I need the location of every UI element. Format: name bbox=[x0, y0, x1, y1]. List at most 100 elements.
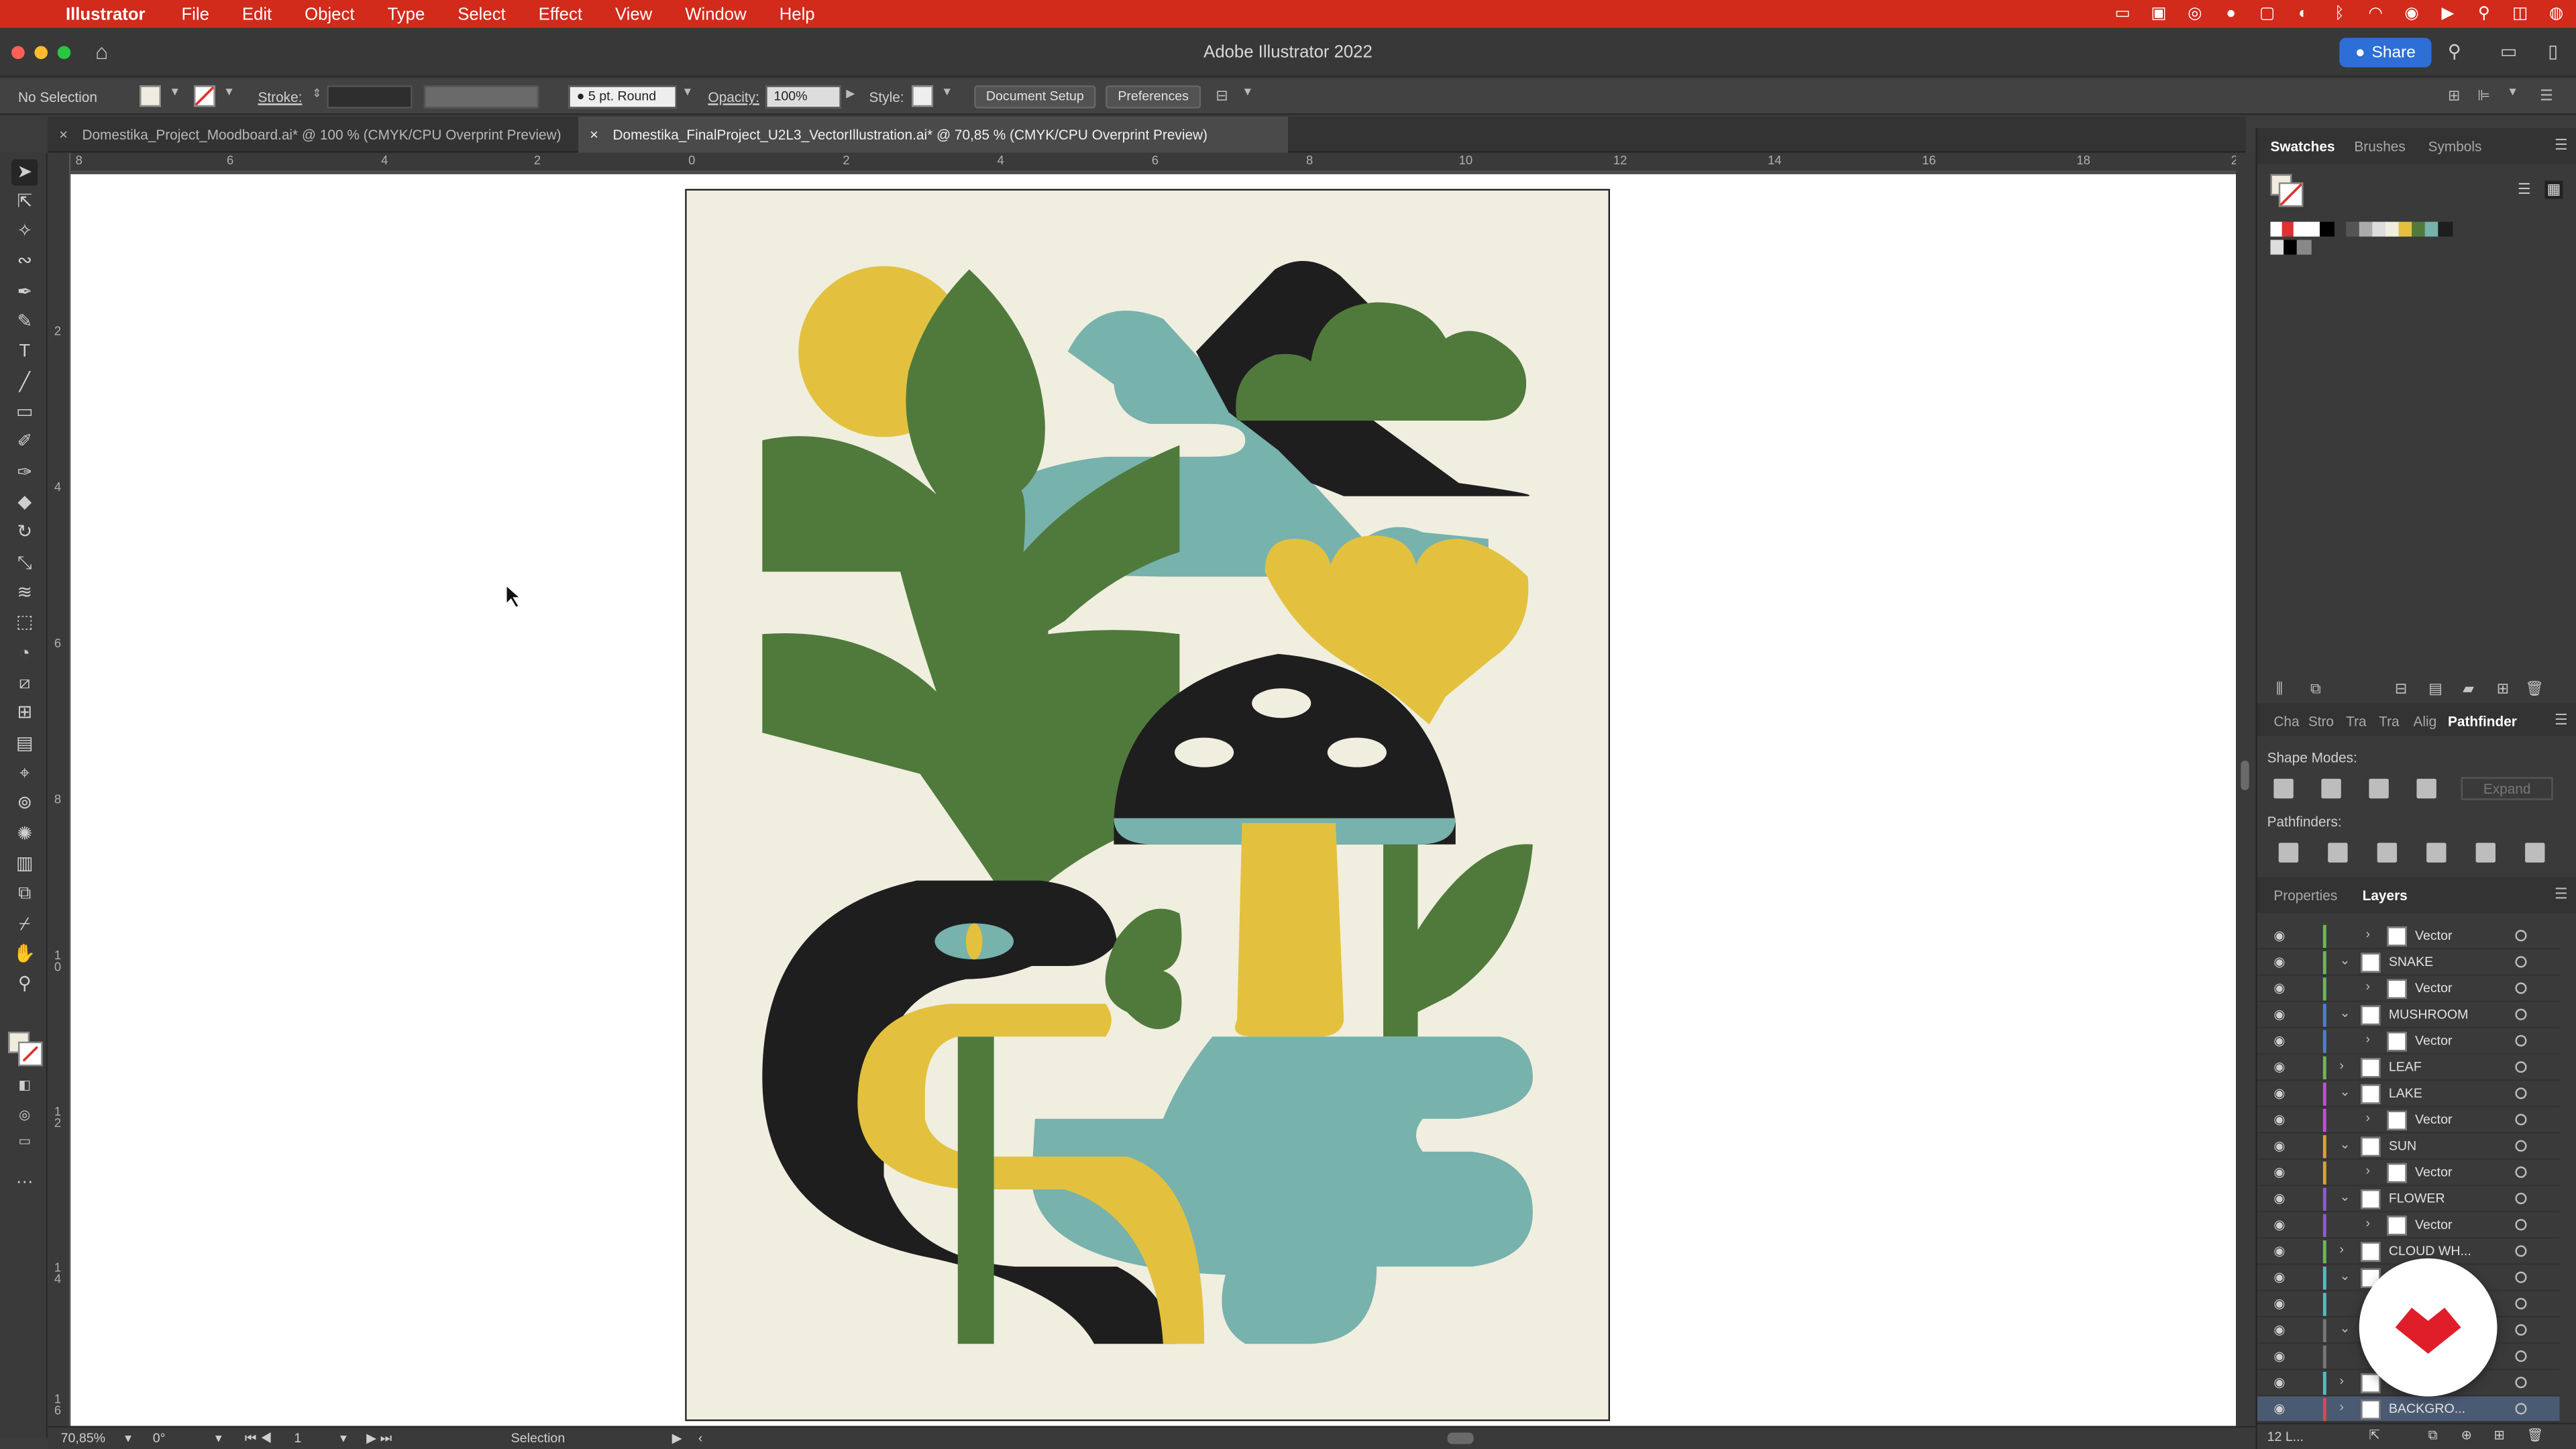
sync-icon[interactable]: ◐ bbox=[2294, 5, 2313, 22]
wifi-icon[interactable]: ◠ bbox=[2366, 5, 2385, 22]
new-folder-icon[interactable]: ▰ bbox=[2459, 680, 2477, 698]
layer-name[interactable]: SNAKE bbox=[2389, 955, 2433, 969]
minus-back-icon[interactable] bbox=[2525, 843, 2545, 863]
visibility-eye-icon[interactable]: ◉ bbox=[2273, 1218, 2285, 1232]
layer-name[interactable]: CLOUD WH... bbox=[2389, 1244, 2471, 1258]
target-icon[interactable] bbox=[2515, 1192, 2527, 1205]
chevron-down-icon[interactable]: ▼ bbox=[1242, 87, 1253, 99]
artboard-nav-next-icon[interactable]: ▶ ⏭ bbox=[366, 1431, 392, 1447]
tab-align[interactable]: Alig bbox=[2414, 713, 2437, 729]
target-icon[interactable] bbox=[2515, 1297, 2527, 1309]
layer-row[interactable]: ◉ › LEAF bbox=[2257, 1055, 2560, 1081]
layer-name[interactable]: Vector bbox=[2415, 981, 2453, 996]
swatch-libraries-icon[interactable]: ⫼ bbox=[2270, 680, 2288, 698]
visibility-eye-icon[interactable]: ◉ bbox=[2273, 1191, 2285, 1206]
visibility-eye-icon[interactable]: ◉ bbox=[2273, 1322, 2285, 1337]
menu-help[interactable]: Help bbox=[780, 4, 815, 23]
target-icon[interactable] bbox=[2515, 1377, 2527, 1389]
artboard[interactable] bbox=[685, 189, 1611, 1421]
layer-name[interactable]: LAKE bbox=[2389, 1086, 2422, 1101]
align-icon[interactable]: ⊫ bbox=[2477, 87, 2490, 105]
chevron-down-icon[interactable]: ▾ bbox=[125, 1431, 131, 1446]
hand-icon[interactable]: ✋ bbox=[11, 941, 38, 967]
chevron-down-icon[interactable]: ▼ bbox=[941, 87, 953, 99]
visibility-eye-icon[interactable]: ◉ bbox=[2273, 928, 2285, 943]
target-icon[interactable] bbox=[2515, 1166, 2527, 1178]
search-icon[interactable]: ⚲ bbox=[2474, 5, 2493, 22]
mushroom-spot[interactable] bbox=[1327, 737, 1387, 767]
layer-name[interactable]: LEAF bbox=[2389, 1060, 2422, 1075]
mushroom-spot[interactable] bbox=[1252, 688, 1311, 718]
eyedropper-icon[interactable]: ⌖ bbox=[11, 761, 38, 787]
tab-transform[interactable]: Tra bbox=[2346, 713, 2366, 729]
document-setup-button[interactable]: Document Setup bbox=[974, 85, 1096, 109]
current-tool-status[interactable]: Selection bbox=[511, 1431, 566, 1446]
visibility-eye-icon[interactable]: ◉ bbox=[2273, 1060, 2285, 1075]
target-icon[interactable] bbox=[2515, 956, 2527, 968]
layer-row[interactable]: ◉ › Vector bbox=[2257, 976, 2560, 1002]
chevron-right-icon[interactable]: › bbox=[2366, 979, 2371, 994]
tab-stroke[interactable]: Stro bbox=[2308, 713, 2334, 729]
chevron-down-icon[interactable]: ⌄ bbox=[2339, 953, 2350, 967]
artboard-icon[interactable]: ⧉ bbox=[11, 881, 38, 907]
selection-tool-icon[interactable]: ➤ bbox=[11, 159, 38, 186]
target-icon[interactable] bbox=[2515, 1219, 2527, 1231]
shape-builder-icon[interactable]: ◔ bbox=[11, 641, 38, 667]
control-menu-icon[interactable]: ☰ bbox=[2540, 87, 2553, 105]
chevron-down-icon[interactable]: ⌄ bbox=[2339, 1189, 2350, 1204]
scale-icon[interactable]: ⤡ bbox=[11, 550, 38, 576]
play-icon[interactable]: ▶ bbox=[2438, 5, 2457, 22]
crop-icon[interactable] bbox=[2426, 843, 2447, 863]
intersect-icon[interactable] bbox=[2369, 778, 2389, 799]
stroke-weight-field[interactable] bbox=[327, 85, 413, 109]
layer-row[interactable]: ◉ › BACKGRO... bbox=[2257, 1396, 2560, 1423]
more-tools-icon[interactable]: … bbox=[11, 1165, 38, 1191]
type-tool-icon[interactable]: T bbox=[11, 338, 38, 364]
layer-row[interactable]: ◉ ⌄ MUSHROOM bbox=[2257, 1002, 2560, 1029]
minus-front-icon[interactable] bbox=[2321, 778, 2341, 799]
opacity-label[interactable]: Opacity: bbox=[708, 89, 759, 105]
grid-view-icon[interactable]: ▦ bbox=[2544, 180, 2563, 199]
rectangle-tool-icon[interactable]: ▭ bbox=[11, 399, 38, 425]
chevron-right-icon[interactable]: ▶ bbox=[672, 1431, 682, 1446]
new-sublayer-icon[interactable]: ⊕ bbox=[2461, 1428, 2472, 1442]
tab-transparency[interactable]: Tra bbox=[2379, 713, 2399, 729]
outline-icon[interactable] bbox=[2475, 843, 2496, 863]
layer-row[interactable]: ◉ ⌄ SNAKE bbox=[2257, 950, 2560, 976]
slice-icon[interactable]: ⌿ bbox=[11, 912, 38, 938]
zoom-level[interactable]: 70,85% bbox=[61, 1431, 105, 1446]
layer-name[interactable]: SUN bbox=[2389, 1138, 2416, 1153]
menu-object[interactable]: Object bbox=[305, 4, 354, 23]
draw-mode-icon[interactable]: ◎ bbox=[11, 1102, 38, 1128]
stroke-swatch[interactable] bbox=[2278, 182, 2304, 207]
mesh-icon[interactable]: ⊞ bbox=[11, 700, 38, 726]
tab-swatches[interactable]: Swatches bbox=[2270, 138, 2334, 154]
search-icon[interactable]: ⚲ bbox=[2443, 41, 2466, 64]
target-icon[interactable] bbox=[2515, 930, 2527, 942]
visibility-eye-icon[interactable]: ◉ bbox=[2273, 1401, 2285, 1416]
chevron-right-icon[interactable]: ▶ bbox=[846, 87, 855, 100]
magic-wand-icon[interactable]: ✧ bbox=[11, 219, 38, 245]
tab-brushes[interactable]: Brushes bbox=[2354, 138, 2405, 154]
curvature-icon[interactable]: ✎ bbox=[11, 309, 38, 335]
close-icon[interactable]: × bbox=[59, 117, 68, 153]
layer-row[interactable]: ◉ ⌄ FLOWER bbox=[2257, 1186, 2560, 1213]
layer-name[interactable]: MUSHROOM bbox=[2389, 1007, 2469, 1022]
vertical-scrollbar[interactable] bbox=[2236, 152, 2256, 1426]
menu-file[interactable]: File bbox=[181, 4, 209, 23]
screen-icon[interactable]: ▭ bbox=[2112, 5, 2132, 22]
vector-illustration[interactable] bbox=[686, 191, 1609, 1419]
chevron-right-icon[interactable]: › bbox=[2339, 1242, 2344, 1256]
target-icon[interactable] bbox=[2515, 1140, 2527, 1152]
menu-app-name[interactable]: Illustrator bbox=[66, 4, 146, 23]
menu-view[interactable]: View bbox=[615, 4, 652, 23]
gradient-icon[interactable]: ▤ bbox=[11, 731, 38, 757]
chevron-right-icon[interactable]: › bbox=[2339, 1373, 2344, 1388]
share-button[interactable]: ● Share bbox=[2339, 38, 2432, 68]
rotate-icon[interactable]: ↻ bbox=[11, 519, 38, 545]
visibility-eye-icon[interactable]: ◉ bbox=[2273, 1033, 2285, 1048]
visibility-eye-icon[interactable]: ◉ bbox=[2273, 1165, 2285, 1179]
chevron-down-icon[interactable]: ▼ bbox=[223, 87, 235, 99]
free-transform-icon[interactable]: ⬚ bbox=[11, 610, 38, 636]
chevron-down-icon[interactable]: ⌄ bbox=[2339, 1137, 2350, 1152]
